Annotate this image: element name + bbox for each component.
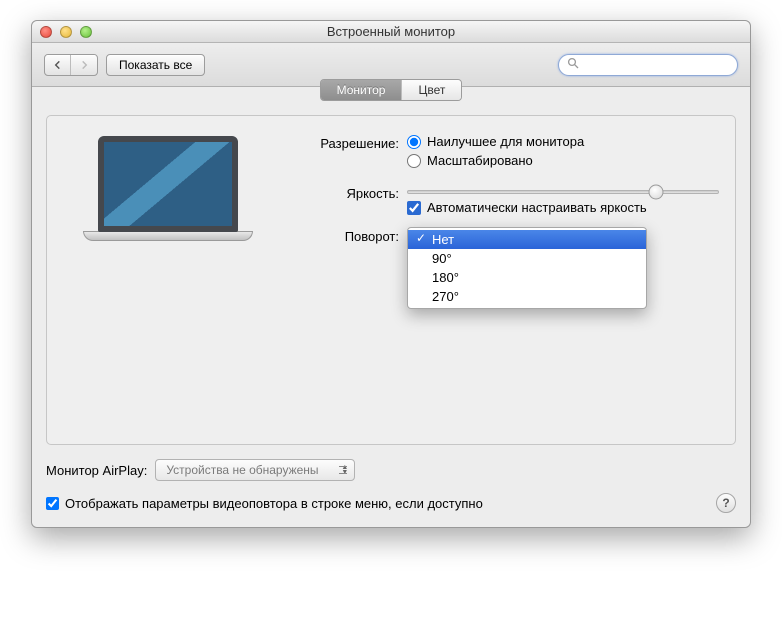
auto-brightness-input[interactable] [407,201,421,215]
nav-segment [44,54,98,76]
forward-button[interactable] [71,55,97,75]
brightness-label: Яркость: [297,184,407,201]
rotation-menu: Нет 90° 180° 270° [407,227,647,309]
tab-bar: Монитор Цвет [46,79,736,101]
show-mirroring-row: Отображать параметры видеоповтора в стро… [46,493,736,513]
airplay-row: Монитор AirPlay: Устройства не обнаружен… [46,459,736,481]
laptop-icon [83,136,253,241]
search-icon [567,57,579,72]
rotation-option-180[interactable]: 180° [408,268,646,287]
search-input[interactable] [583,58,729,72]
monitor-illustration [63,130,273,280]
resolution-best-radio[interactable]: Наилучшее для монитора [407,134,584,149]
auto-brightness-label: Автоматически настраивать яркость [427,200,647,215]
chevron-left-icon [53,60,62,70]
resolution-label: Разрешение: [297,134,407,151]
rotation-option-270[interactable]: 270° [408,287,646,306]
show-mirroring-label: Отображать параметры видеоповтора в стро… [65,496,483,511]
rotation-label: Поворот: [297,227,407,244]
rotation-option-none[interactable]: Нет [408,230,646,249]
back-button[interactable] [45,55,71,75]
popup-arrows-icon: ▲▼ [341,465,348,475]
show-all-button[interactable]: Показать все [106,54,205,76]
search-field[interactable] [558,54,738,76]
rotation-option-90[interactable]: 90° [408,249,646,268]
settings-panel: Разрешение: Наилучшее для монитора Масшт… [46,115,736,445]
settings-form: Разрешение: Наилучшее для монитора Масшт… [297,130,719,280]
tab-color[interactable]: Цвет [402,80,461,100]
resolution-scaled-input[interactable] [407,154,421,168]
chevron-right-icon [80,60,89,70]
brightness-slider[interactable] [407,190,719,194]
airplay-label: Монитор AirPlay: [46,463,147,478]
brightness-knob[interactable] [649,185,664,200]
content-area: Монитор Цвет Разрешение: [32,87,750,527]
help-button[interactable]: ? [716,493,736,513]
window-title: Встроенный монитор [32,24,750,39]
resolution-scaled-radio[interactable]: Масштабировано [407,153,584,168]
show-mirroring-input[interactable] [46,497,59,510]
airplay-value: Устройства не обнаружены [166,463,318,477]
tab-monitor[interactable]: Монитор [321,80,403,100]
resolution-best-label: Наилучшее для монитора [427,134,584,149]
resolution-best-input[interactable] [407,135,421,149]
titlebar: Встроенный монитор [32,21,750,43]
preferences-window: Встроенный монитор Показать все Монитор … [31,20,751,528]
auto-brightness-check[interactable]: Автоматически настраивать яркость [407,200,719,215]
resolution-scaled-label: Масштабировано [427,153,533,168]
airplay-popup[interactable]: Устройства не обнаружены ▲▼ [155,459,355,481]
